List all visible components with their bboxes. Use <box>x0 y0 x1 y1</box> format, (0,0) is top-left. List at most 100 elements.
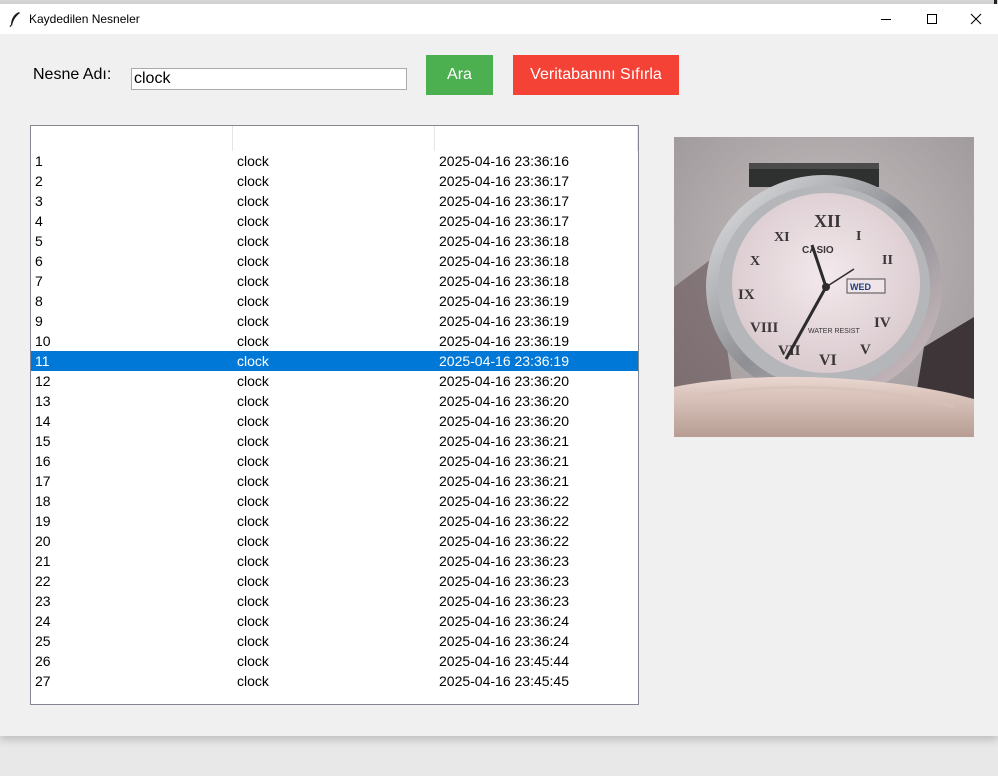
table-row[interactable]: 19 clock 2025-04-16 23:36:22 <box>31 511 638 531</box>
cell-name: clock <box>237 653 269 669</box>
cell-name: clock <box>237 613 269 629</box>
table-row[interactable]: 3 clock 2025-04-16 23:36:17 <box>31 191 638 211</box>
table-row[interactable]: 12 clock 2025-04-16 23:36:20 <box>31 371 638 391</box>
cell-name: clock <box>237 253 269 269</box>
cell-date: 2025-04-16 23:45:44 <box>439 653 569 669</box>
object-preview-image: XII I II IV V VI VII VIII IX X XI CASIO … <box>674 137 974 437</box>
cell-id: 16 <box>35 453 51 469</box>
cell-date: 2025-04-16 23:36:20 <box>439 373 569 389</box>
cell-id: 10 <box>35 333 51 349</box>
column-header-name[interactable] <box>233 126 435 151</box>
cell-name: clock <box>237 393 269 409</box>
cell-date: 2025-04-16 23:36:21 <box>439 433 569 449</box>
table-header <box>31 126 638 151</box>
cell-name: clock <box>237 333 269 349</box>
close-icon <box>970 13 982 25</box>
svg-text:X: X <box>750 254 760 269</box>
cell-name: clock <box>237 413 269 429</box>
watch-brand-text: CASIO <box>802 245 834 256</box>
cell-date: 2025-04-16 23:36:17 <box>439 213 569 229</box>
table-row[interactable]: 14 clock 2025-04-16 23:36:20 <box>31 411 638 431</box>
cell-id: 2 <box>35 173 43 189</box>
cell-date: 2025-04-16 23:36:23 <box>439 553 569 569</box>
object-name-input[interactable] <box>131 68 407 90</box>
object-name-label: Nesne Adı: <box>33 66 112 83</box>
table-row[interactable]: 22 clock 2025-04-16 23:36:23 <box>31 571 638 591</box>
table-row-selected[interactable]: 11 clock 2025-04-16 23:36:19 <box>31 351 638 371</box>
table-row[interactable]: 17 clock 2025-04-16 23:36:21 <box>31 471 638 491</box>
table-row[interactable]: 24 clock 2025-04-16 23:36:24 <box>31 611 638 631</box>
table-row[interactable]: 2 clock 2025-04-16 23:36:17 <box>31 171 638 191</box>
cell-name: clock <box>237 473 269 489</box>
table-row[interactable]: 4 clock 2025-04-16 23:36:17 <box>31 211 638 231</box>
table-row[interactable]: 27 clock 2025-04-16 23:45:45 <box>31 671 638 691</box>
table-row[interactable]: 23 clock 2025-04-16 23:36:23 <box>31 591 638 611</box>
table-row[interactable]: 18 clock 2025-04-16 23:36:22 <box>31 491 638 511</box>
table-row[interactable]: 13 clock 2025-04-16 23:36:20 <box>31 391 638 411</box>
close-button[interactable] <box>953 4 998 34</box>
cell-name: clock <box>237 293 269 309</box>
feather-icon <box>8 11 22 28</box>
table-row[interactable]: 10 clock 2025-04-16 23:36:19 <box>31 331 638 351</box>
table-row[interactable]: 7 clock 2025-04-16 23:36:18 <box>31 271 638 291</box>
cell-id: 27 <box>35 673 51 689</box>
search-button[interactable]: Ara <box>426 55 493 95</box>
cell-id: 18 <box>35 493 51 509</box>
cell-id: 17 <box>35 473 51 489</box>
cell-id: 23 <box>35 593 51 609</box>
table-row[interactable]: 9 clock 2025-04-16 23:36:19 <box>31 311 638 331</box>
cell-date: 2025-04-16 23:36:18 <box>439 273 569 289</box>
cell-id: 6 <box>35 253 43 269</box>
title-bar[interactable]: Kaydedilen Nesneler <box>0 4 998 34</box>
cell-id: 26 <box>35 653 51 669</box>
cell-id: 15 <box>35 433 51 449</box>
table-row[interactable]: 8 clock 2025-04-16 23:36:19 <box>31 291 638 311</box>
cell-date: 2025-04-16 23:36:19 <box>439 353 569 369</box>
table-row[interactable]: 5 clock 2025-04-16 23:36:18 <box>31 231 638 251</box>
cell-date: 2025-04-16 23:36:19 <box>439 333 569 349</box>
cell-id: 9 <box>35 313 43 329</box>
column-header-id[interactable] <box>31 126 233 151</box>
cell-name: clock <box>237 233 269 249</box>
table-row[interactable]: 15 clock 2025-04-16 23:36:21 <box>31 431 638 451</box>
cell-date: 2025-04-16 23:36:19 <box>439 293 569 309</box>
cell-date: 2025-04-16 23:36:17 <box>439 173 569 189</box>
cell-date: 2025-04-16 23:36:19 <box>439 313 569 329</box>
cell-name: clock <box>237 193 269 209</box>
table-row[interactable]: 20 clock 2025-04-16 23:36:22 <box>31 531 638 551</box>
svg-text:II: II <box>882 253 893 268</box>
cell-name: clock <box>237 593 269 609</box>
maximize-button[interactable] <box>909 4 955 34</box>
column-header-date[interactable] <box>435 126 638 151</box>
table-row[interactable]: 6 clock 2025-04-16 23:36:18 <box>31 251 638 271</box>
cell-name: clock <box>237 633 269 649</box>
cell-date: 2025-04-16 23:36:24 <box>439 613 569 629</box>
table-row[interactable]: 16 clock 2025-04-16 23:36:21 <box>31 451 638 471</box>
cell-date: 2025-04-16 23:36:17 <box>439 193 569 209</box>
cell-date: 2025-04-16 23:36:21 <box>439 473 569 489</box>
cell-date: 2025-04-16 23:45:45 <box>439 673 569 689</box>
cell-name: clock <box>237 213 269 229</box>
cell-name: clock <box>237 453 269 469</box>
cell-id: 22 <box>35 573 51 589</box>
table-row[interactable]: 21 clock 2025-04-16 23:36:23 <box>31 551 638 571</box>
table-row[interactable]: 25 clock 2025-04-16 23:36:24 <box>31 631 638 651</box>
cell-id: 3 <box>35 193 43 209</box>
minimize-button[interactable] <box>863 4 909 34</box>
cell-id: 5 <box>35 233 43 249</box>
search-button-label: Ara <box>447 66 472 83</box>
window-title: Kaydedilen Nesneler <box>29 12 140 26</box>
cell-name: clock <box>237 553 269 569</box>
table-row[interactable]: 26 clock 2025-04-16 23:45:44 <box>31 651 638 671</box>
cell-date: 2025-04-16 23:36:22 <box>439 493 569 509</box>
svg-text:IV: IV <box>874 315 891 331</box>
cell-date: 2025-04-16 23:36:21 <box>439 453 569 469</box>
maximize-icon <box>927 14 937 24</box>
cell-name: clock <box>237 173 269 189</box>
watch-caption-text: WATER RESIST <box>808 328 860 335</box>
cell-name: clock <box>237 533 269 549</box>
reset-database-button[interactable]: Veritabanını Sıfırla <box>513 55 679 95</box>
cell-date: 2025-04-16 23:36:16 <box>439 153 569 169</box>
objects-table[interactable]: 1 clock 2025-04-16 23:36:16 2 clock 2025-04-1… <box>30 125 639 705</box>
table-row[interactable]: 1 clock 2025-04-16 23:36:16 <box>31 151 638 171</box>
